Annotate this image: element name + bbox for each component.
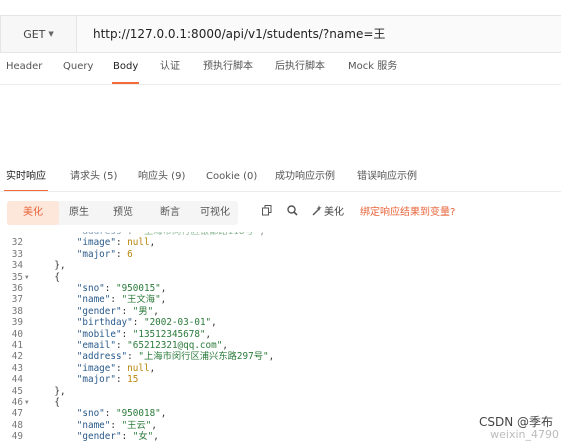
code-text: }, [32,385,66,397]
chevron-down-icon: ▼ [48,30,54,38]
response-tabs: 实时响应 请求头 (5) 响应头 (9) Cookie (0) 成功响应示例 错… [0,164,561,192]
code-text: "name": "王云", [76,419,157,431]
code-text: }, [32,260,66,272]
request-bar: GET ▼ http://127.0.0.1:8000/api/v1/stude… [0,15,561,53]
tab-header[interactable]: Header [6,52,42,82]
code-text: "sno": "950018", [76,408,167,420]
line-number: 36 [11,283,23,294]
code-text: "sno": "950015", [76,283,167,294]
tab-response-headers[interactable]: 响应头 (9) [138,164,185,190]
code-text: { [32,271,60,283]
line-number: 47 [11,408,23,420]
tab-success-example[interactable]: 成功响应示例 [275,164,335,190]
code-text: "major": 6 [76,248,133,260]
response-toolbar: 美化 原生 预览 断言 可视化 美化 绑定响应结果到变量? [0,197,561,229]
code-text: "gender": "女", [76,431,159,441]
code-text: "mobile": "13512345678", [76,328,212,340]
tab-mock-service[interactable]: Mock 服务 [348,52,397,82]
line-number: 39 [11,317,23,329]
tab-auth[interactable]: 认证 [160,52,180,82]
magic-wand-icon[interactable] [312,205,322,220]
line-number: 33 [11,248,23,260]
tab-body[interactable]: Body [111,52,140,84]
tab-query[interactable]: Query [63,52,93,82]
line-number: 41 [11,340,23,351]
fold-caret-icon[interactable]: ▼ [25,272,29,283]
view-assert[interactable]: 断言 [149,201,191,225]
request-tabs: Header Query Body 认证 预执行脚本 后执行脚本 Mock 服务 [0,52,561,84]
line-number: 49 [11,431,23,441]
line-number: 44 [11,374,23,386]
view-mode-group: 美化 原生 预览 断言 可视化 [7,201,238,225]
line-number: 34 [11,260,23,272]
tab-error-example[interactable]: 错误响应示例 [357,164,417,190]
line-number: 32 [11,237,23,249]
search-icon[interactable] [287,205,298,220]
line-number: 42 [11,351,23,363]
code-text: "major": 15 [76,374,139,386]
code-text: "birthday": "2002-03-01", [76,317,217,329]
code-text: "name": "王文海", [76,294,167,306]
fold-caret-icon[interactable]: ▼ [25,397,29,408]
view-visualize[interactable]: 可视化 [193,201,237,225]
line-number: 43 [11,362,23,374]
tab-request-headers[interactable]: 请求头 (5) [70,164,117,190]
beautify-button[interactable]: 美化 [324,201,344,225]
line-number: 35 [11,271,23,283]
tab-post-script[interactable]: 后执行脚本 [275,52,325,82]
line-number: 46 [11,397,23,408]
code-text: "image": null, [76,237,156,249]
code-text: "gender": "男", [76,305,159,317]
tab-cookie[interactable]: Cookie (0) [206,164,257,190]
view-preview[interactable]: 预览 [102,201,144,225]
response-body-code: "address": "上海市闵行区银都路118号",32 "image": n… [0,232,561,441]
line-number: 38 [11,305,23,317]
url-input[interactable]: http://127.0.0.1:8000/api/v1/students/?n… [93,16,385,52]
watermark-faint: weixin_4790 [490,428,559,441]
divider [0,191,561,192]
tab-pre-script[interactable]: 预执行脚本 [203,52,253,82]
line-number: 48 [11,419,23,431]
method-label: GET [23,27,46,41]
divider [0,84,561,85]
line-number: 40 [11,328,23,340]
view-raw[interactable]: 原生 [59,201,99,225]
code-text: { [32,397,60,408]
bind-response-link[interactable]: 绑定响应结果到变量? [360,201,455,225]
tab-live-response[interactable]: 实时响应 [4,164,48,192]
copy-icon[interactable] [262,205,272,220]
line-number: 45 [11,385,23,397]
view-pretty[interactable]: 美化 [7,201,59,225]
method-select[interactable]: GET ▼ [1,16,77,52]
code-text: "address": "上海市闵行区浦兴东路297号", [76,351,275,363]
line-number: 37 [11,294,23,306]
code-text: "image": null, [76,362,156,374]
code-text: "email": "65212321@qq.com", [76,340,228,351]
